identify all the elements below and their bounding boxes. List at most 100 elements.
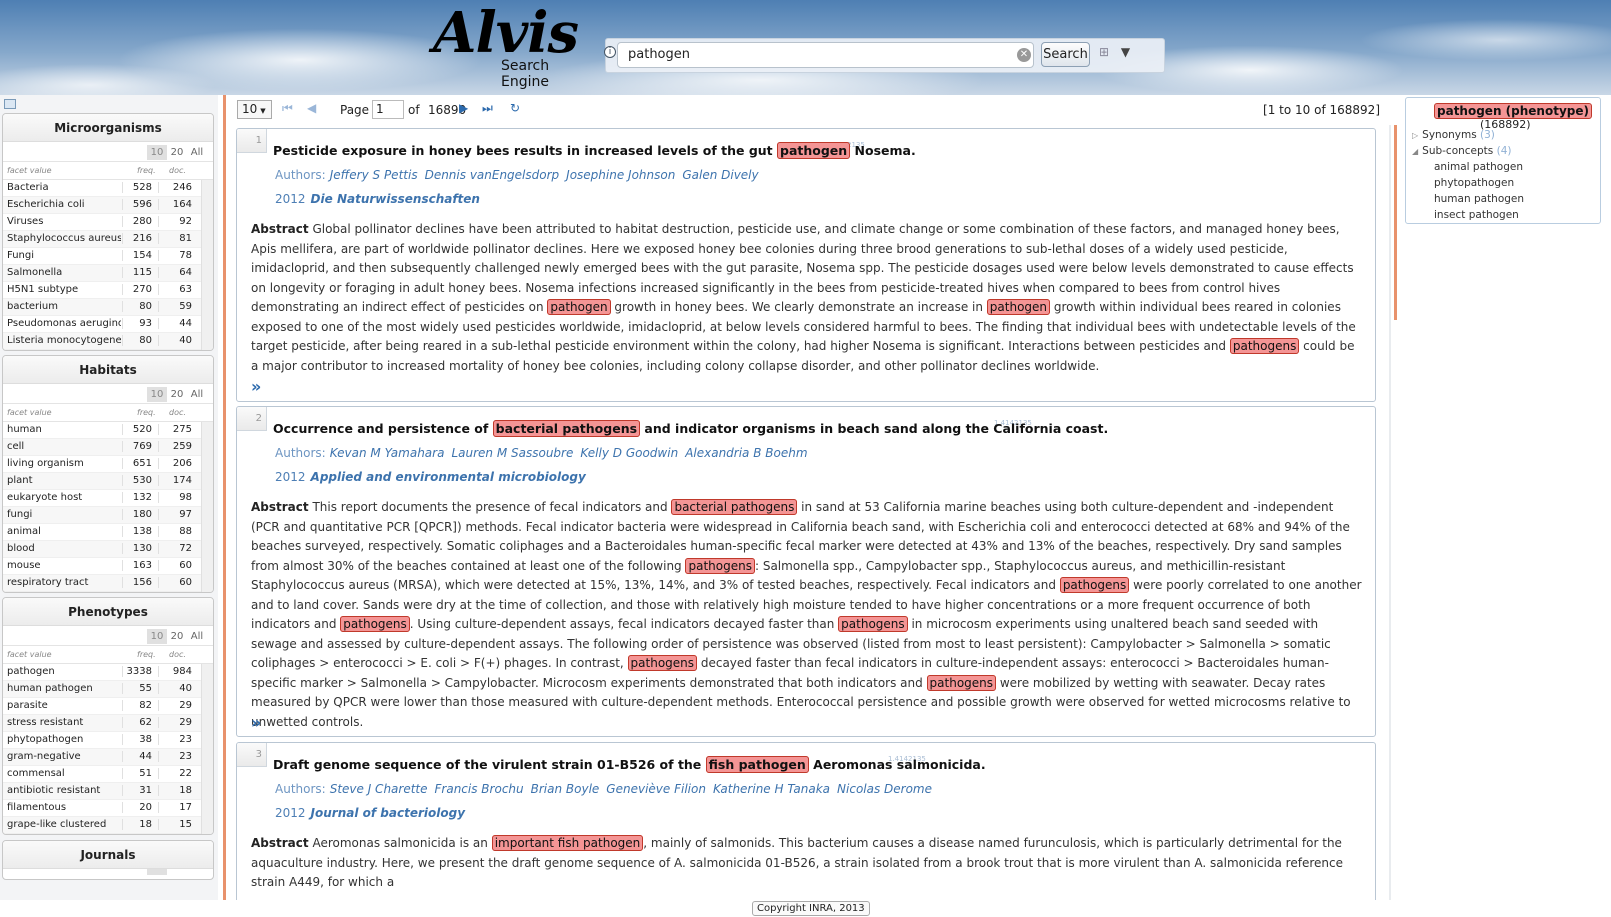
facet-row[interactable]: phytopathogen 38 23 [3,732,213,749]
facet-row[interactable]: commensal 51 22 [3,766,213,783]
facet-row[interactable]: Fungi 154 78 [3,248,213,265]
results-scrollbar[interactable] [1389,125,1391,900]
author-link[interactable]: Katherine H Tanaka [713,782,830,796]
facet-row[interactable]: cell 769 259 [3,439,213,456]
first-page-icon[interactable]: ⏮ [282,101,293,116]
author-link[interactable]: Geneviève Filion [606,782,706,796]
result-title[interactable]: Draft genome sequence of the virulent st… [273,756,986,773]
facet-row[interactable]: Pseudomonas aerugino 93 44 [3,316,213,333]
highlight-term[interactable]: pathogen [986,299,1051,315]
subconcept-item[interactable]: human pathogen [1434,193,1524,205]
author-link[interactable]: Lauren M Sassoubre [451,446,573,460]
facet-row[interactable]: filamentous 20 17 [3,800,213,817]
facet-title[interactable]: Microorganisms [3,114,213,142]
facet-row[interactable]: Salmonella 115 64 [3,265,213,282]
facet-limit-10[interactable]: 10 [147,629,167,644]
highlight-term[interactable]: pathogens [627,655,698,671]
author-link[interactable]: Steve J Charette [330,782,428,796]
synonyms-node[interactable]: ▷ Synonyms (3) [1412,129,1495,141]
result-title[interactable]: Occurrence and persistence of bacterial … [273,420,1108,437]
col-freq[interactable]: freq. [137,408,156,417]
facet-row[interactable]: Escherichia coli 596 164 [3,197,213,214]
author-link[interactable]: Brian Boyle [531,782,600,796]
last-page-icon[interactable]: ⏭ [482,101,493,116]
info-icon[interactable]: i [604,46,616,58]
expand-more-icon[interactable]: » [251,377,261,396]
subconcepts-node[interactable]: ◢ Sub-concepts (4) [1412,145,1512,157]
facet-limit-all[interactable]: All [187,387,207,402]
subconcept-item[interactable]: insect pathogen [1434,209,1519,221]
highlight-term[interactable]: pathogens [1229,338,1300,354]
highlight-term[interactable]: fish pathogen [705,756,809,773]
highlight-term[interactable]: pathogen [777,142,851,159]
facet-title[interactable]: Journals [3,841,213,869]
subconcept-item[interactable]: phytopathogen [1434,177,1514,189]
author-link[interactable]: Galen Dively [682,168,758,182]
search-button[interactable]: Search [1041,42,1090,67]
facet-row[interactable]: eukaryote host 132 98 [3,490,213,507]
col-freq[interactable]: freq. [137,650,156,659]
clear-icon[interactable]: ✕ [1017,48,1031,62]
prev-page-icon[interactable]: ◀ [307,101,316,115]
facet-row[interactable]: human pathogen 55 40 [3,681,213,698]
facet-limit-20[interactable]: 20 [167,387,187,402]
col-doc[interactable]: doc. [169,166,186,175]
facet-row[interactable]: Staphylococcus aureus 216 81 [3,231,213,248]
facet-title[interactable]: Habitats [3,356,213,384]
facet-row[interactable]: Listeria monocytogene: 80 40 [3,333,213,350]
facet-row[interactable]: H5N1 subtype 270 63 [3,282,213,299]
author-link[interactable]: Alexandria B Boehm [685,446,807,460]
journal-link[interactable]: Journal of bacteriology [311,806,465,820]
facet-row[interactable]: blood 130 72 [3,541,213,558]
highlight-term[interactable]: important fish pathogen [491,835,644,851]
expand-more-icon[interactable]: » [251,713,261,732]
facet-row[interactable]: grape-like clustered 18 15 [3,817,213,834]
author-link[interactable]: Kelly D Goodwin [580,446,678,460]
author-link[interactable]: Dennis vanEngelsdorp [425,168,560,182]
highlight-term[interactable]: bacterial pathogens [671,499,798,515]
highlight-term[interactable]: pathogens [685,557,755,574]
facet-limit-all[interactable]: All [187,629,207,644]
highlight-term[interactable]: pathogens [340,616,410,632]
facet-limit-10[interactable]: 10 [147,387,167,402]
page-number-input[interactable]: 1 [372,100,404,119]
author-link[interactable]: Jeffery S Pettis [330,168,418,182]
facet-limit-10[interactable]: 10 [147,145,167,160]
alvis-logo[interactable]: Alvis Search Engine [433,0,593,90]
facet-row[interactable]: Bacteria 528 246 [3,180,213,197]
highlight-term[interactable]: pathogens [1059,577,1130,593]
col-freq[interactable]: freq. [137,166,156,175]
author-link[interactable]: Francis Brochu [435,782,524,796]
facet-row[interactable]: gram-negative 44 23 [3,749,213,766]
facet-limit-20[interactable]: 20 [167,145,187,160]
page-size-select[interactable]: 10 ▼ [237,100,272,119]
journal-link[interactable]: Die Naturwissenschaften [311,192,480,206]
concept-title[interactable]: pathogen (phenotype) [1434,103,1592,119]
subconcept-item[interactable]: animal pathogen [1434,161,1523,173]
query-tree-menu[interactable]: ⊞ ▼ [1099,45,1139,65]
facet-row[interactable]: stress resistant 62 29 [3,715,213,732]
facet-row[interactable]: mouse 163 60 [3,558,213,575]
facet-limit-20[interactable]: 20 [167,629,187,644]
col-doc[interactable]: doc. [169,650,186,659]
facet-row[interactable]: bacterium 80 59 [3,299,213,316]
col-doc[interactable]: doc. [169,408,186,417]
next-page-icon[interactable]: ▶ [459,101,468,115]
facet-row[interactable]: living organism 651 206 [3,456,213,473]
facet-row[interactable]: respiratory tract 156 60 [3,575,213,592]
facet-row[interactable]: antibiotic resistant 31 18 [3,783,213,800]
refresh-icon[interactable]: ↻ [510,101,520,115]
highlight-term[interactable]: pathogen [547,299,611,315]
highlight-term[interactable]: bacterial pathogens [492,420,641,437]
facet-limit-all[interactable]: All [187,145,207,160]
facet-title[interactable]: Phenotypes [3,598,213,626]
facet-row[interactable]: parasite 82 29 [3,698,213,715]
left-splitter[interactable] [223,95,226,900]
facet-row[interactable]: pathogen 3338 984 [3,664,213,681]
highlight-term[interactable]: pathogens [838,616,908,632]
journal-link[interactable]: Applied and environmental microbiology [311,470,586,484]
facet-row[interactable]: animal 138 88 [3,524,213,541]
author-link[interactable]: Kevan M Yamahara [330,446,445,460]
search-input[interactable]: pathogen [617,42,1034,68]
facet-row[interactable]: plant 530 174 [3,473,213,490]
